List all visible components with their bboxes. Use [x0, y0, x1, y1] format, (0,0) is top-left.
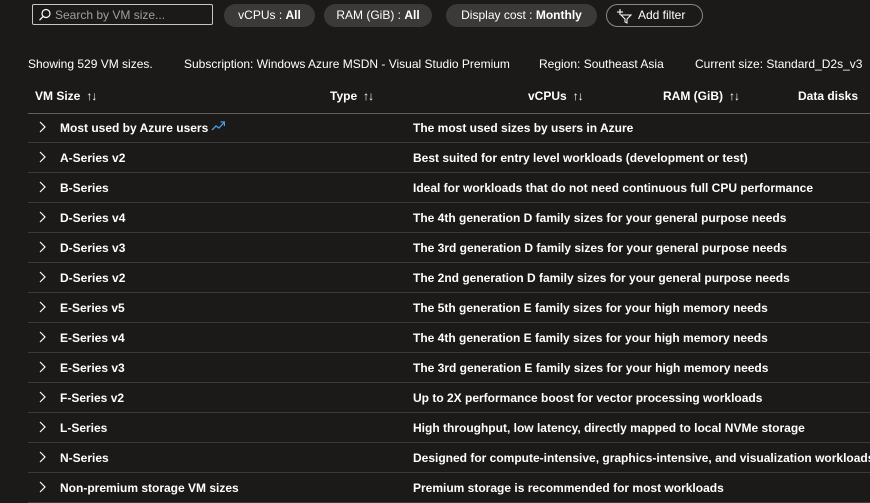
chevron-right-icon[interactable] [36, 421, 48, 433]
trending-icon [211, 121, 226, 131]
column-data-disks-label: Data disks [798, 89, 859, 103]
group-name-text: Most used by Azure users [60, 121, 209, 135]
column-data-disks[interactable]: Data disks [798, 89, 858, 103]
chevron-right-icon[interactable] [36, 331, 48, 343]
chevron-right-icon[interactable] [36, 361, 48, 373]
group-name: F-Series v2 [60, 391, 125, 405]
group-description: The 4th generation E family sizes for yo… [413, 331, 768, 345]
region-info: Region: Southeast Asia [539, 57, 664, 71]
ram-filter-label: RAM (GiB) : [336, 8, 405, 22]
chevron-right-icon[interactable] [36, 121, 48, 133]
add-filter-button[interactable]: Add filter [606, 4, 703, 27]
group-description: The most used sizes by users in Azure [413, 121, 634, 135]
current-size-info: Current size: Standard_D2s_v3 [695, 57, 863, 71]
group-description: The 5th generation E family sizes for yo… [413, 301, 768, 315]
group-name: B-Series [60, 181, 109, 195]
vcpus-filter-label: vCPUs : [238, 8, 286, 22]
group-name: E-Series v4 [60, 331, 125, 345]
table-header: VM Size ↑↓ Type ↑↓ vCPUs ↑↓ RAM (GiB) ↑↓ Dat… [28, 84, 870, 114]
table-row[interactable]: D-Series v4 The 4th generation D family … [28, 203, 870, 233]
group-name: Most used by Azure users [60, 121, 226, 135]
column-vm-size[interactable]: VM Size ↑↓ [35, 89, 97, 103]
group-description: Premium storage is recommended for most … [413, 481, 724, 495]
chevron-right-icon[interactable] [36, 211, 48, 223]
table-row[interactable]: L-Series High throughput, low latency, d… [28, 413, 870, 443]
table-row[interactable]: A-Series v2 Best suited for entry level … [28, 143, 870, 173]
group-description: High throughput, low latency, directly m… [413, 421, 805, 435]
sort-icon[interactable]: ↑↓ [573, 89, 584, 103]
table-row[interactable]: E-Series v4 The 4th generation E family … [28, 323, 870, 353]
sort-icon[interactable]: ↑↓ [363, 89, 374, 103]
chevron-right-icon[interactable] [36, 271, 48, 283]
table-row[interactable]: D-Series v2 The 2nd generation D family … [28, 263, 870, 293]
column-type-label: Type [330, 89, 358, 103]
chevron-right-icon[interactable] [36, 151, 48, 163]
chevron-right-icon[interactable] [36, 181, 48, 193]
column-vm-size-label: VM Size [35, 89, 81, 103]
column-vcpus-label: vCPUs [528, 89, 567, 103]
group-description: Designed for compute-intensive, graphics… [413, 451, 870, 465]
chevron-right-icon[interactable] [36, 481, 48, 493]
chevron-right-icon[interactable] [36, 451, 48, 463]
group-description: The 3rd generation D family sizes for yo… [413, 241, 788, 255]
filter-toolbar: vCPUs : All RAM (GiB) : All Display cost… [0, 0, 870, 32]
display-cost-label: Display cost : [461, 8, 536, 22]
group-name: Non-premium storage VM sizes [60, 481, 239, 495]
add-filter-icon [617, 9, 632, 24]
group-name: E-Series v3 [60, 361, 125, 375]
group-name: N-Series [60, 451, 109, 465]
chevron-right-icon[interactable] [36, 301, 48, 313]
column-vcpus[interactable]: vCPUs ↑↓ [528, 89, 584, 103]
chevron-right-icon[interactable] [36, 391, 48, 403]
group-description: Up to 2X performance boost for vector pr… [413, 391, 763, 405]
display-cost-pill[interactable]: Display cost : Monthly [446, 4, 597, 27]
group-description: Best suited for entry level workloads (d… [413, 151, 748, 165]
table-row[interactable]: Most used by Azure users The most used s… [28, 113, 870, 143]
vcpus-filter-pill[interactable]: vCPUs : All [224, 4, 315, 27]
group-name: D-Series v3 [60, 241, 126, 255]
ram-filter-value: All [404, 8, 420, 22]
group-name: D-Series v2 [60, 271, 126, 285]
search-box[interactable] [32, 4, 213, 25]
chevron-right-icon[interactable] [36, 241, 48, 253]
sort-icon[interactable]: ↑↓ [86, 89, 97, 103]
sort-icon[interactable]: ↑↓ [729, 89, 740, 103]
group-description: Ideal for workloads that do not need con… [413, 181, 814, 195]
group-name: E-Series v5 [60, 301, 125, 315]
table-row[interactable]: B-Series Ideal for workloads that do not… [28, 173, 870, 203]
group-description: The 2nd generation D family sizes for yo… [413, 271, 790, 285]
table-row[interactable]: E-Series v5 The 5th generation E family … [28, 293, 870, 323]
table-row[interactable]: E-Series v3 The 3rd generation E family … [28, 353, 870, 383]
table-row[interactable]: Non-premium storage VM sizes Premium sto… [28, 473, 870, 503]
table-row[interactable]: F-Series v2 Up to 2X performance boost f… [28, 383, 870, 413]
table-row[interactable]: N-Series Designed for compute-intensive,… [28, 443, 870, 473]
add-filter-label: Add filter [638, 8, 686, 22]
ram-filter-pill[interactable]: RAM (GiB) : All [324, 4, 432, 27]
column-ram[interactable]: RAM (GiB) ↑↓ [663, 89, 740, 103]
group-description: The 4th generation D family sizes for yo… [413, 211, 787, 225]
column-ram-label: RAM (GiB) [663, 89, 723, 103]
vm-size-group-list: Most used by Azure users The most used s… [28, 113, 870, 503]
table-row[interactable]: D-Series v3 The 3rd generation D family … [28, 233, 870, 263]
group-description: The 3rd generation E family sizes for yo… [413, 361, 769, 375]
subscription-info: Subscription: Windows Azure MSDN - Visua… [184, 57, 510, 71]
column-type[interactable]: Type ↑↓ [330, 89, 374, 103]
group-name: L-Series [60, 421, 108, 435]
group-name: D-Series v4 [60, 211, 126, 225]
group-name: A-Series v2 [60, 151, 126, 165]
search-icon [39, 8, 51, 21]
showing-count: Showing 529 VM sizes. [28, 57, 153, 71]
vcpus-filter-value: All [285, 8, 301, 22]
search-input[interactable] [55, 6, 205, 23]
display-cost-value: Monthly [535, 8, 582, 22]
